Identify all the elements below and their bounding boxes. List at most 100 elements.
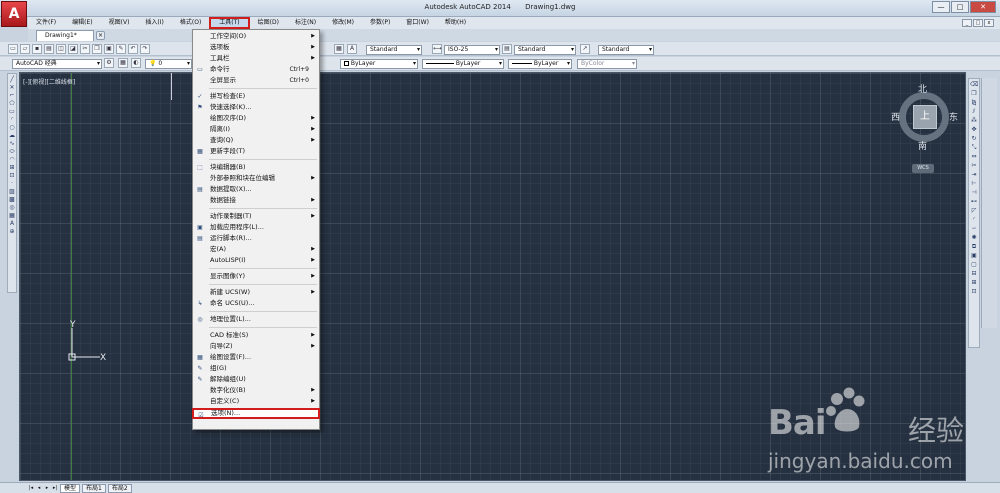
spline-icon[interactable]: ∿ xyxy=(9,140,16,147)
menu-item[interactable]: 修改(M) xyxy=(324,17,362,29)
layout-nav-button[interactable]: |◂ xyxy=(28,484,34,492)
menu-item[interactable]: 标注(N) xyxy=(287,17,324,29)
layer-properties-icon[interactable]: ▦ xyxy=(334,44,344,54)
menu-item[interactable]: 格式(O) xyxy=(172,17,209,29)
line-icon[interactable]: ╱ xyxy=(9,76,16,83)
tools-menu-item[interactable]: 数据链接 ▶ xyxy=(193,195,319,206)
close-button[interactable]: ✕ xyxy=(970,1,996,13)
trim-icon[interactable]: ✂ xyxy=(970,162,978,170)
ellipse-icon[interactable]: ⬭ xyxy=(9,148,16,155)
layer-manager-icon[interactable]: ▦ xyxy=(118,58,128,68)
redo-icon[interactable]: ↷ xyxy=(140,43,150,54)
region-icon[interactable]: ◎ xyxy=(9,204,16,211)
blend-curves-icon[interactable]: ∽ xyxy=(970,225,978,233)
compass-south[interactable]: 南 xyxy=(918,139,927,152)
ellipse-arc-icon[interactable]: ◠ xyxy=(9,156,16,163)
tools-menu-item[interactable]: 显示图像(Y) ▶ xyxy=(193,271,319,282)
cut-icon[interactable]: ✂ xyxy=(80,43,90,54)
tools-menu-item[interactable]: 工具栏 ▶ xyxy=(193,53,319,64)
point-icon[interactable]: · xyxy=(9,180,16,187)
fillet-icon[interactable]: ◜ xyxy=(970,216,978,224)
scale-icon[interactable]: ⤡ xyxy=(970,144,978,152)
layout-tab[interactable]: 布局2 xyxy=(107,483,132,493)
viewcube[interactable]: 北 南 西 东 上 WCS xyxy=(883,80,963,185)
paste-icon[interactable]: ▣ xyxy=(104,43,114,54)
color-select[interactable]: ByLayer xyxy=(340,59,418,69)
table-style-select[interactable]: Standard xyxy=(514,45,576,55)
send-to-back-icon[interactable]: ▢ xyxy=(970,261,978,269)
tools-menu-item[interactable]: 宏(A) ▶ xyxy=(193,244,319,255)
plot-preview-icon[interactable]: ◫ xyxy=(56,43,66,54)
text-front-icon[interactable]: ⊡ xyxy=(970,288,978,296)
rectangle-icon[interactable]: ▭ xyxy=(9,108,16,115)
menu-item[interactable]: 参数(P) xyxy=(362,17,398,29)
linetype-select[interactable]: ByLayer xyxy=(422,59,504,69)
tools-menu-item[interactable]: 外部参照和块在位编辑 ▶ xyxy=(193,173,319,184)
break-icon[interactable]: ⊣ xyxy=(970,189,978,197)
tools-menu-item[interactable]: ✓ 拼写检查(E) xyxy=(193,91,319,102)
erase-icon[interactable]: ⌫ xyxy=(970,81,978,89)
minimize-button[interactable]: — xyxy=(932,1,950,13)
offset-icon[interactable]: ⫽ xyxy=(970,108,978,116)
menu-item[interactable]: 文件(F) xyxy=(28,17,64,29)
array-icon[interactable]: ⁂ xyxy=(970,117,978,125)
layout-nav-button[interactable]: ▸ xyxy=(44,484,50,492)
arc-icon[interactable]: ◜ xyxy=(9,116,16,123)
tools-menu-item[interactable]: ▭ 命令行 Ctrl+9 xyxy=(193,64,319,75)
tools-menu-item[interactable]: ▦ 更新字段(T) xyxy=(193,146,319,157)
undo-icon[interactable]: ↶ xyxy=(128,43,138,54)
construction-line-icon[interactable]: ✕ xyxy=(9,84,16,91)
tools-menu-item[interactable]: ⚑ 快速选择(K)... xyxy=(193,102,319,113)
doc-minimize-button[interactable]: _ xyxy=(962,19,972,27)
viewport-controls-label[interactable]: [-][俯视][二维线框] xyxy=(23,77,75,86)
tools-menu-item[interactable]: 动作录制器(T) ▶ xyxy=(193,211,319,222)
copy-object-icon[interactable]: ❐ xyxy=(970,90,978,98)
add-selected-icon[interactable]: ⊕ xyxy=(9,228,16,235)
layout-nav-button[interactable]: ▸| xyxy=(52,484,58,492)
layout-nav-button[interactable]: ◂ xyxy=(36,484,42,492)
menu-item[interactable]: 窗口(W) xyxy=(398,17,437,29)
viewcube-top-face[interactable]: 上 xyxy=(913,105,937,129)
rotate-icon[interactable]: ↻ xyxy=(970,135,978,143)
table-icon[interactable]: ▦ xyxy=(9,212,16,219)
plotstyle-select[interactable]: ByColor xyxy=(577,59,637,69)
menu-item[interactable]: 帮助(H) xyxy=(437,17,474,29)
tools-menu-item[interactable]: ▤ 数据提取(X)... xyxy=(193,184,319,195)
open-icon[interactable]: ▱ xyxy=(20,43,30,54)
multileader-style-select[interactable]: Standard xyxy=(598,45,654,55)
wcs-menu-button[interactable]: WCS xyxy=(912,164,934,173)
tools-menu-item[interactable]: 新建 UCS(W) ▶ xyxy=(193,287,319,298)
tools-menu-item[interactable]: ▣ 加载应用程序(L)... xyxy=(193,222,319,233)
tools-menu-item[interactable]: CAD 标准(S) ▶ xyxy=(193,330,319,341)
compass-east[interactable]: 东 xyxy=(949,110,958,123)
tools-menu-item[interactable]: ◎ 地理位置(L)... xyxy=(193,314,319,325)
menu-item[interactable]: 绘图(D) xyxy=(250,17,287,29)
dim-style-icon[interactable]: ⟷ xyxy=(432,44,442,54)
menu-item[interactable]: 插入(I) xyxy=(137,17,171,29)
menu-item[interactable]: 视图(V) xyxy=(101,17,138,29)
chamfer-icon[interactable]: ◸ xyxy=(970,207,978,215)
tools-menu-item[interactable]: 工作空间(O) ▶ xyxy=(193,31,319,42)
circle-icon[interactable]: ○ xyxy=(9,124,16,131)
layer-select[interactable]: 💡 0 xyxy=(145,59,192,69)
revcloud-icon[interactable]: ☁ xyxy=(9,132,16,139)
draw-order-icon[interactable]: ⧉ xyxy=(970,243,978,251)
copy-icon[interactable]: ❐ xyxy=(92,43,102,54)
new-icon[interactable]: ▭ xyxy=(8,43,18,54)
mirror-icon[interactable]: ⧎ xyxy=(970,99,978,107)
stretch-icon[interactable]: ⇔ xyxy=(970,153,978,161)
text-style-select[interactable]: Standard xyxy=(366,45,422,55)
gradient-icon[interactable]: ▩ xyxy=(9,196,16,203)
hatch-icon[interactable]: ▨ xyxy=(9,188,16,195)
options-menu-item[interactable]: ☑ 选项(N)... xyxy=(192,408,320,419)
layout-tab[interactable]: 布局1 xyxy=(82,483,106,493)
print-icon[interactable]: ▤ xyxy=(44,43,54,54)
polyline-icon[interactable]: ⌐ xyxy=(9,92,16,99)
tools-menu-item[interactable]: 查询(Q) ▶ xyxy=(193,135,319,146)
make-block-icon[interactable]: ⊡ xyxy=(9,172,16,179)
move-icon[interactable]: ✥ xyxy=(970,126,978,134)
menu-item[interactable]: 工具(T) xyxy=(209,17,250,29)
insert-block-icon[interactable]: ⊞ xyxy=(9,164,16,171)
table-style-icon[interactable]: ▤ xyxy=(502,44,512,54)
dim-style-select[interactable]: ISO-25 xyxy=(444,45,500,55)
